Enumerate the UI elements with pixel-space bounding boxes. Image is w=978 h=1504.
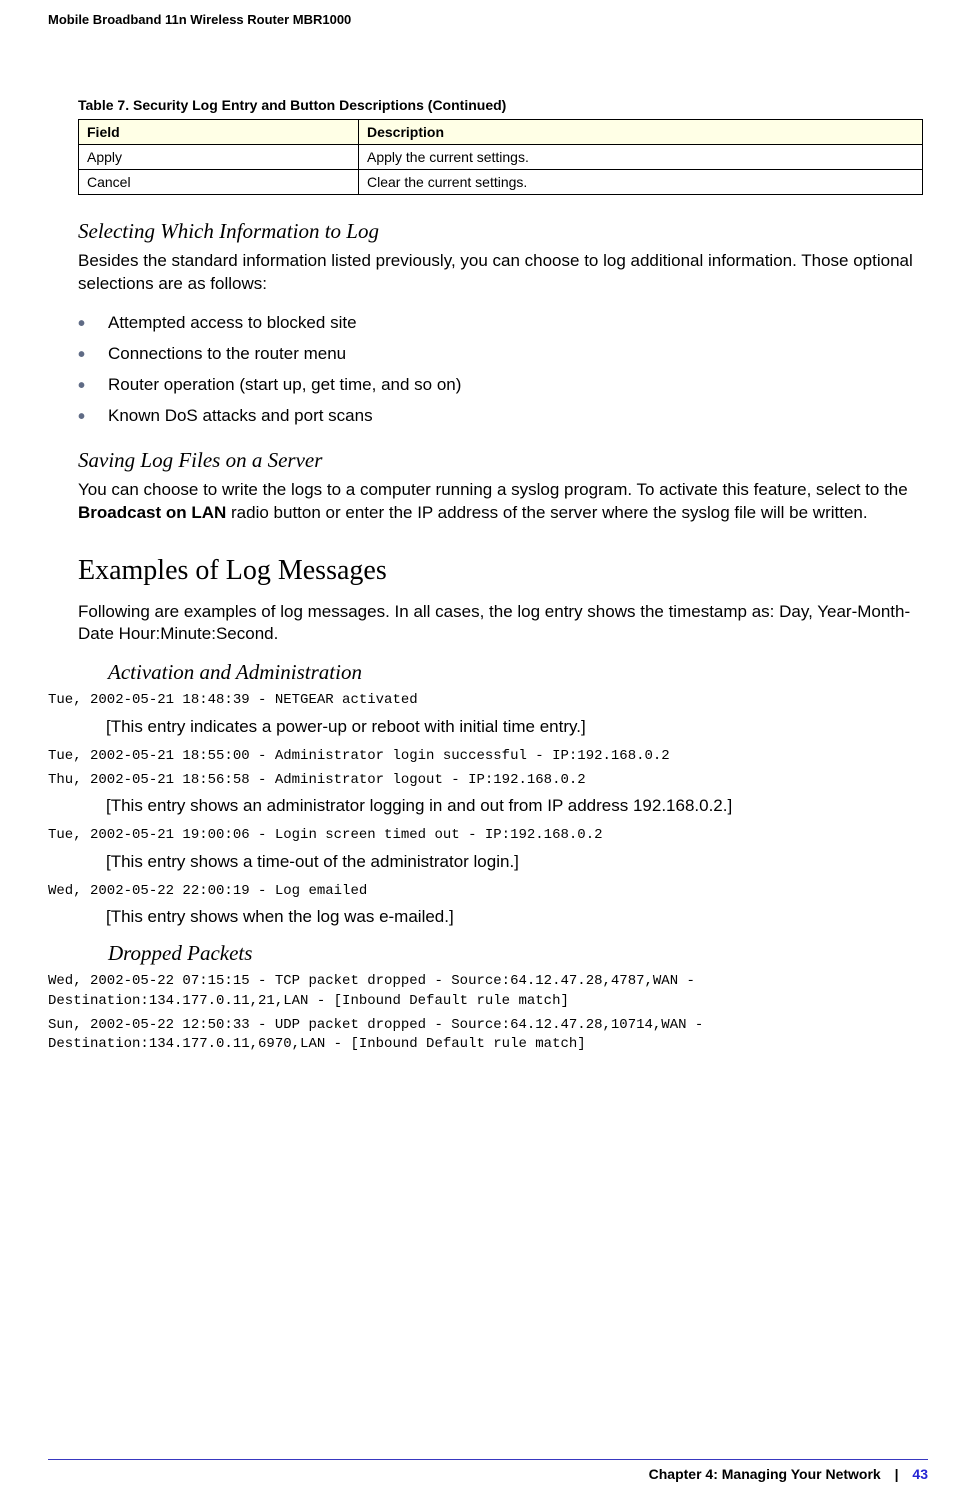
log-entry: Tue, 2002-05-21 18:48:39 - NETGEAR activ… xyxy=(48,691,928,711)
body-text: Following are examples of log messages. … xyxy=(78,601,928,647)
table-caption: Table 7. Security Log Entry and Button D… xyxy=(78,97,928,113)
log-explanation: [This entry shows when the log was e-mai… xyxy=(106,907,928,927)
log-entry: Tue, 2002-05-21 18:55:00 - Administrator… xyxy=(48,747,928,767)
table-cell-field: Cancel xyxy=(79,170,359,195)
heading-examples: Examples of Log Messages xyxy=(78,555,928,587)
table-header-row: Field Description xyxy=(79,120,923,145)
body-text: Besides the standard information listed … xyxy=(78,250,928,296)
log-explanation: [This entry indicates a power-up or rebo… xyxy=(106,717,928,737)
list-item: Attempted access to blocked site xyxy=(78,308,928,339)
footer-page-number: 43 xyxy=(912,1466,928,1482)
bold-text: Broadcast on LAN xyxy=(78,503,226,522)
page-header: Mobile Broadband 11n Wireless Router MBR… xyxy=(48,12,928,27)
bullet-list: Attempted access to blocked site Connect… xyxy=(78,308,928,432)
log-entry: Wed, 2002-05-22 22:00:19 - Log emailed xyxy=(48,882,928,902)
footer-separator: | xyxy=(895,1466,899,1482)
table-row: Cancel Clear the current settings. xyxy=(79,170,923,195)
list-item: Known DoS attacks and port scans xyxy=(78,401,928,432)
list-item: Connections to the router menu xyxy=(78,339,928,370)
text-fragment: radio button or enter the IP address of … xyxy=(226,503,867,522)
security-table: Field Description Apply Apply the curren… xyxy=(78,119,923,195)
table-row: Apply Apply the current settings. xyxy=(79,145,923,170)
heading-selecting-info: Selecting Which Information to Log xyxy=(78,219,928,244)
table-header-description: Description xyxy=(359,120,923,145)
page-footer: Chapter 4: Managing Your Network | 43 xyxy=(48,1459,928,1482)
log-entry: Sun, 2002-05-22 12:50:33 - UDP packet dr… xyxy=(48,1016,928,1055)
log-entry: Thu, 2002-05-21 18:56:58 - Administrator… xyxy=(48,771,928,791)
text-fragment: You can choose to write the logs to a co… xyxy=(78,480,908,499)
log-entry: Tue, 2002-05-21 19:00:06 - Login screen … xyxy=(48,826,928,846)
table-header-field: Field xyxy=(79,120,359,145)
table-cell-desc: Apply the current settings. xyxy=(359,145,923,170)
log-explanation: [This entry shows an administrator loggi… xyxy=(106,796,928,816)
heading-saving-logs: Saving Log Files on a Server xyxy=(78,448,928,473)
table-cell-desc: Clear the current settings. xyxy=(359,170,923,195)
heading-activation: Activation and Administration xyxy=(108,660,928,685)
heading-dropped-packets: Dropped Packets xyxy=(108,941,928,966)
body-text: You can choose to write the logs to a co… xyxy=(78,479,928,525)
log-explanation: [This entry shows a time-out of the admi… xyxy=(106,852,928,872)
list-item: Router operation (start up, get time, an… xyxy=(78,370,928,401)
log-entry: Wed, 2002-05-22 07:15:15 - TCP packet dr… xyxy=(48,972,928,1011)
table-cell-field: Apply xyxy=(79,145,359,170)
footer-chapter: Chapter 4: Managing Your Network xyxy=(649,1466,881,1482)
